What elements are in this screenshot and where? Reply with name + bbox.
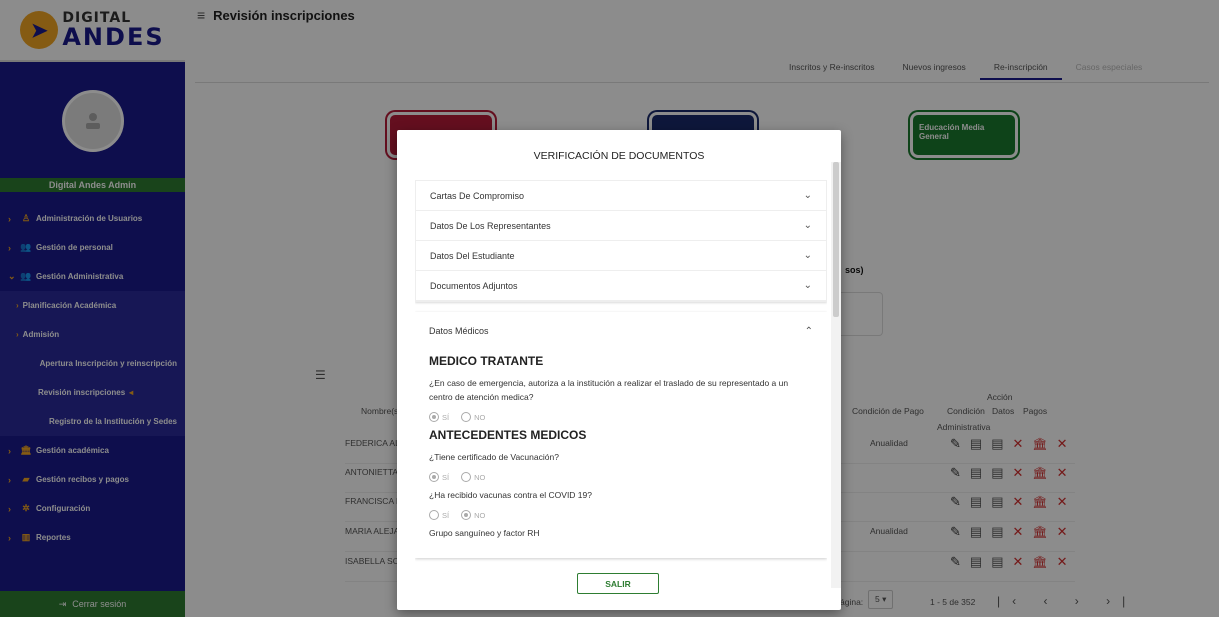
radio-no[interactable]: NO <box>461 510 485 520</box>
question-vacunacion: ¿Tiene certificado de Vacunación? <box>429 452 559 462</box>
exit-button[interactable]: SALIR <box>577 573 659 594</box>
verification-modal: VERIFICACIÓN DE DOCUMENTOS Cartas De Com… <box>397 130 841 610</box>
accordion-cartas[interactable]: Cartas De Compromiso ⌄ <box>416 181 826 211</box>
medical-section: Datos Médicos ⌃ MEDICO TRATANTE ¿En caso … <box>415 312 827 558</box>
scroll-thumb[interactable] <box>833 162 839 317</box>
accordion-representantes[interactable]: Datos De Los Representantes ⌄ <box>416 211 826 241</box>
chevron-down-icon: ⌄ <box>803 250 812 261</box>
radio-group-vacunacion: SÍ NO <box>429 472 813 482</box>
question-grupo-sanguineo: Grupo sanguíneo y factor RH <box>429 528 540 538</box>
modal-title: VERIFICACIÓN DE DOCUMENTOS <box>533 150 705 162</box>
modal-body: Cartas De Compromiso ⌄ Datos De Los Repre… <box>415 180 827 568</box>
radio-group-covid: SÍ NO <box>429 510 813 520</box>
question-traslado: ¿En caso de emergencia, autoriza a la in… <box>429 378 789 402</box>
chevron-down-icon: ⌄ <box>803 190 812 201</box>
radio-no[interactable]: NO <box>461 412 485 422</box>
accordion-estudiante[interactable]: Datos Del Estudiante ⌄ <box>416 241 826 271</box>
accordion-medicos[interactable]: Datos Médicos ⌃ <box>429 312 813 350</box>
accordion-adjuntos[interactable]: Documentos Adjuntos ⌄ <box>416 271 826 301</box>
chevron-down-icon: ⌄ <box>803 220 812 231</box>
chevron-down-icon: ⌄ <box>803 280 812 291</box>
heading-antecedentes: ANTECEDENTES MEDICOS <box>429 428 587 442</box>
radio-si[interactable]: SÍ <box>429 412 449 422</box>
modal-scrollbar[interactable] <box>831 162 841 588</box>
radio-si[interactable]: SÍ <box>429 510 449 520</box>
question-covid: ¿Ha recibido vacunas contra el COVID 19? <box>429 490 592 500</box>
radio-si[interactable]: SÍ <box>429 472 449 482</box>
accordion: Cartas De Compromiso ⌄ Datos De Los Repre… <box>415 180 827 302</box>
radio-group-traslado: SÍ NO <box>429 412 813 422</box>
heading-medico-tratante: MEDICO TRATANTE <box>429 354 544 368</box>
radio-no[interactable]: NO <box>461 472 485 482</box>
chevron-up-icon: ⌃ <box>804 325 813 337</box>
